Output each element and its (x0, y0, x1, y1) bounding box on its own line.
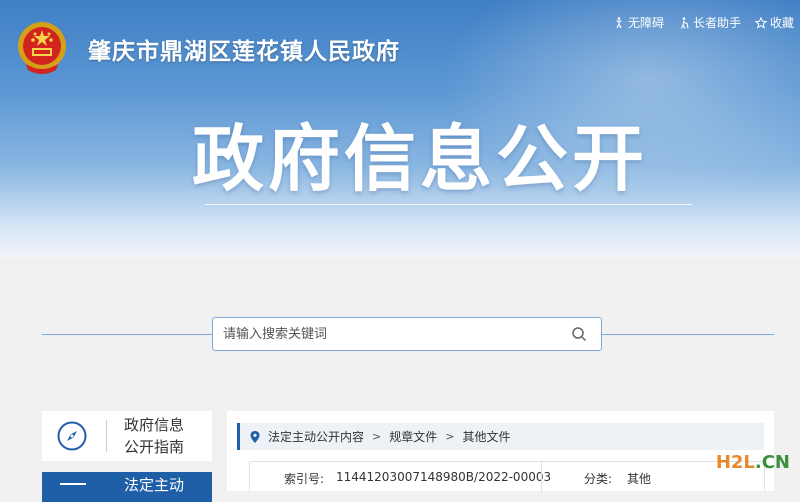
category-value: 其他 (627, 472, 652, 486)
active-menu-item[interactable]: 法定主动 (42, 472, 212, 502)
accessibility-link[interactable]: 无障碍 (613, 14, 664, 31)
guide-divider (106, 420, 107, 452)
index-value: 11441203007148980B/2022-00003 (336, 470, 552, 484)
list-icon (60, 483, 86, 491)
info-divider (541, 462, 542, 492)
favorite-label: 收藏 (769, 16, 794, 30)
elder-helper-icon (680, 16, 689, 29)
header-banner: 肇庆市鼎湖区莲花镇人民政府 无障碍 长者助手 收藏 政府信息公开 (0, 0, 800, 258)
info-row: 索引号: 11441203007148980B/2022-00003 分类: 其… (249, 461, 765, 492)
guide-label: 政府信息 公开指南 (124, 414, 184, 458)
breadcrumb-item-other[interactable]: 其他文件 (462, 428, 510, 445)
top-links: 无障碍 长者助手 收藏 (613, 14, 794, 31)
guide-menu-item[interactable]: 政府信息 公开指南 (42, 411, 212, 461)
site-title: 肇庆市鼎湖区莲花镇人民政府 (88, 39, 400, 65)
star-icon (754, 16, 767, 29)
chevron-right-icon: > (445, 430, 455, 443)
search-rule-left (42, 334, 212, 335)
breadcrumb-item-regulations[interactable]: 规章文件 (389, 428, 437, 445)
accessibility-icon (616, 16, 622, 28)
elder-helper-link[interactable]: 长者助手 (678, 14, 741, 31)
watermark-logo: H2L.CN (716, 452, 790, 473)
category-label: 分类: (584, 472, 613, 486)
elder-helper-label: 长者助手 (692, 16, 741, 30)
search-icon[interactable] (571, 326, 587, 342)
guide-label-line2: 公开指南 (124, 438, 185, 456)
accessibility-label: 无障碍 (627, 16, 664, 30)
index-label: 索引号: (284, 472, 325, 486)
favorite-link[interactable]: 收藏 (754, 14, 794, 31)
hero-divider (205, 204, 692, 205)
guide-label-line1: 政府信息 (124, 416, 185, 434)
search-rule-right (602, 334, 774, 335)
hero-title: 政府信息公开 (192, 117, 649, 201)
breadcrumb: 法定主动公开内容 > 规章文件 > 其他文件 (237, 423, 764, 450)
search-input[interactable] (213, 318, 573, 350)
watermark-part2: .CN (754, 452, 790, 473)
breadcrumb-item-statutory[interactable]: 法定主动公开内容 (268, 428, 364, 445)
compass-icon (57, 421, 87, 451)
national-emblem-icon (18, 22, 66, 74)
main-panel: 法定主动公开内容 > 规章文件 > 其他文件 索引号: 114412030071… (227, 411, 774, 492)
watermark-part1: H2L (715, 452, 755, 473)
chevron-right-icon: > (372, 430, 382, 443)
location-pin-icon (250, 430, 260, 443)
search-bar (212, 317, 602, 351)
